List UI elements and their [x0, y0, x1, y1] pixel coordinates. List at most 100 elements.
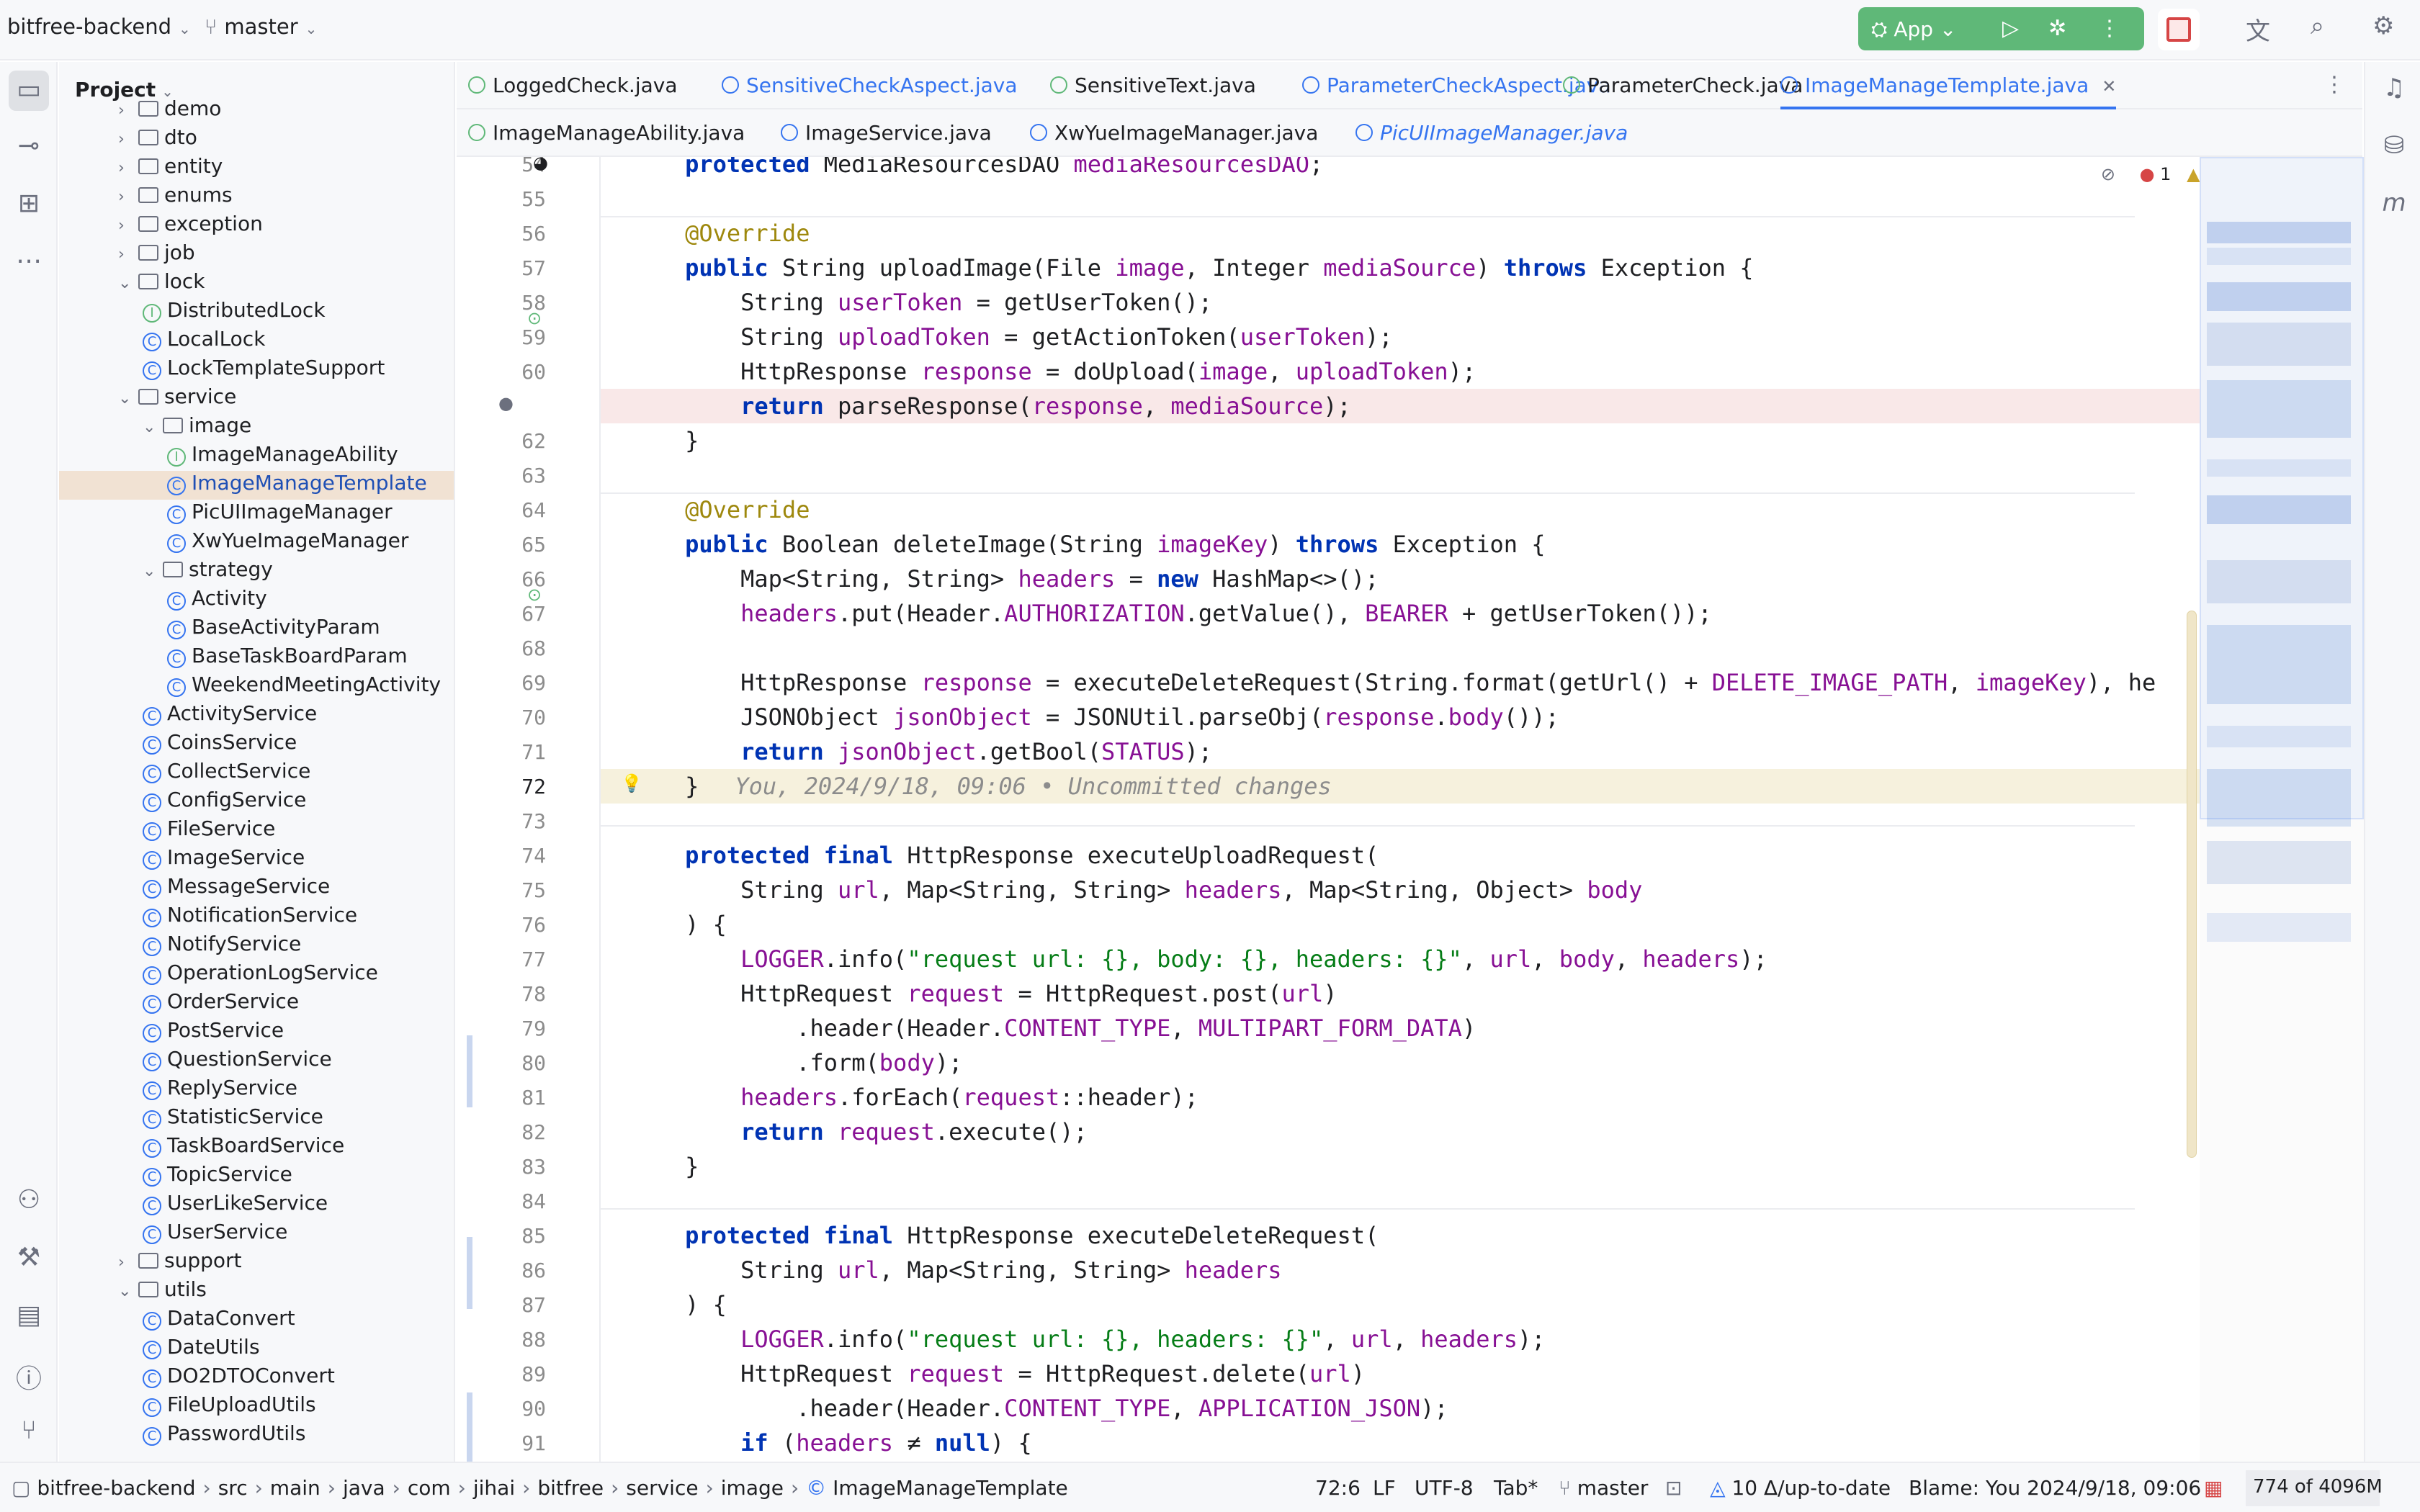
- file-encoding[interactable]: UTF-8: [1415, 1476, 1474, 1500]
- tree-file[interactable]: C DO2DTOConvert: [59, 1364, 454, 1392]
- breadcrumb-item[interactable]: src: [218, 1476, 248, 1500]
- terminal-icon[interactable]: ▤: [14, 1300, 43, 1330]
- code-line[interactable]: @Override: [601, 492, 2329, 527]
- tree-file[interactable]: C ActivityService: [59, 701, 454, 730]
- breadcrumb-item[interactable]: bitfree-backend: [37, 1476, 195, 1500]
- run-config-selector[interactable]: ⛭ App ⌄: [1871, 17, 1956, 42]
- tree-file[interactable]: C BaseActivityParam: [59, 615, 454, 644]
- tree-file[interactable]: C BaseTaskBoardParam: [59, 644, 454, 672]
- editor-tab[interactable]: LoggedCheck.java: [468, 73, 677, 97]
- tree-folder[interactable]: › exception: [59, 212, 454, 240]
- caret-position[interactable]: 72:6: [1315, 1476, 1361, 1500]
- code-line[interactable]: HttpResponse response = executeDeleteReq…: [601, 665, 2329, 700]
- code-line[interactable]: public String uploadImage(File image, In…: [601, 251, 2329, 285]
- code-line[interactable]: String uploadToken = getActionToken(user…: [601, 320, 2329, 354]
- implements-icon[interactable]: ⊙: [527, 308, 542, 328]
- tree-folder[interactable]: › support: [59, 1248, 454, 1277]
- code-line[interactable]: String userToken = getUserToken();: [601, 285, 2329, 320]
- tree-file[interactable]: C LockTemplateSupport: [59, 356, 454, 384]
- maven-icon[interactable]: m: [2380, 189, 2408, 217]
- tree-file[interactable]: C QuestionService: [59, 1047, 454, 1076]
- tree-file[interactable]: C FileService: [59, 816, 454, 845]
- indent-setting[interactable]: Tab*: [1494, 1476, 1538, 1500]
- code-line[interactable]: } You, 2024/9/18, 09:06 • Uncommitted cha…: [601, 769, 2329, 804]
- tree-file[interactable]: C ReplyService: [59, 1076, 454, 1104]
- tree-file[interactable]: C XwYueImageManager: [59, 528, 454, 557]
- chevron-right-icon[interactable]: ›: [118, 217, 138, 235]
- run-icon[interactable]: ▷: [2002, 16, 2019, 41]
- problems-icon[interactable]: ⓘ: [14, 1358, 43, 1395]
- code-line[interactable]: headers.put(Header.AUTHORIZATION.getValu…: [601, 596, 2329, 631]
- lightbulb-icon[interactable]: 💡: [621, 773, 642, 793]
- vcs-change-marker[interactable]: [467, 1392, 472, 1462]
- code-line[interactable]: return jsonObject.getBool(STATUS);: [601, 734, 2329, 769]
- code-line[interactable]: ) {: [601, 1287, 2329, 1322]
- debug-icon[interactable]: ✲: [2048, 16, 2066, 41]
- editor-tab[interactable]: ImageManageAbility.java: [468, 121, 745, 145]
- code-line[interactable]: @Override: [601, 216, 2329, 251]
- code-line[interactable]: [601, 631, 2329, 665]
- reader-mode-icon[interactable]: ⊘: [2101, 164, 2115, 184]
- editor-tab[interactable]: SensitiveCheckAspect.java: [722, 73, 1017, 97]
- tree-file[interactable]: I ImageManageAbility: [59, 442, 454, 471]
- structure-icon[interactable]: ⊞: [14, 189, 43, 218]
- lock-icon[interactable]: ⊡: [1665, 1476, 1682, 1500]
- code-line[interactable]: return request.execute();: [601, 1115, 2329, 1149]
- tree-file[interactable]: I DistributedLock: [59, 298, 454, 327]
- search-icon[interactable]: ⌕: [2311, 12, 2324, 40]
- editor-tab[interactable]: ImageManageTemplate.java ✕: [1780, 73, 2117, 110]
- editor-tab[interactable]: ParameterCheck.java: [1563, 73, 1803, 97]
- code-editor[interactable]: 54 55 56 57 58 59 60 62 63 64 65 66 67 68 69 70 71 72 73 74…: [457, 157, 2364, 1462]
- project-selector[interactable]: bitfree-backend ⌄: [7, 14, 191, 39]
- implements-icon[interactable]: ⊙: [527, 585, 542, 605]
- translate-icon[interactable]: 文: [2246, 12, 2270, 47]
- tree-file[interactable]: C MessageService: [59, 874, 454, 903]
- more-actions-icon[interactable]: ⋮: [2099, 16, 2120, 41]
- code-line[interactable]: }: [601, 423, 2329, 458]
- tree-folder[interactable]: ⌄ utils: [59, 1277, 454, 1306]
- folder-icon[interactable]: ▭: [9, 71, 49, 111]
- code-line[interactable]: HttpResponse response = doUpload(image, …: [601, 354, 2329, 389]
- tab-options-icon[interactable]: ⋮: [2323, 72, 2345, 97]
- breadcrumb-item[interactable]: com: [408, 1476, 451, 1500]
- tree-file[interactable]: C DateUtils: [59, 1335, 454, 1364]
- code-line[interactable]: protected MediaResourcesDAO mediaResourc…: [601, 157, 2329, 181]
- breakpoint-icon[interactable]: ●: [498, 393, 514, 413]
- tree-file[interactable]: C FileUploadUtils: [59, 1392, 454, 1421]
- code-line[interactable]: .form(body);: [601, 1045, 2329, 1080]
- tree-file[interactable]: C PasswordUtils: [59, 1421, 454, 1450]
- code-line[interactable]: [601, 458, 2329, 492]
- stop-button[interactable]: [2158, 9, 2200, 50]
- code-line[interactable]: [601, 1184, 2329, 1218]
- memory-indicator[interactable]: 774 of 4096M: [2246, 1470, 2383, 1506]
- chevron-right-icon[interactable]: ›: [118, 102, 138, 120]
- code-line[interactable]: LOGGER.info("request url: {}, headers: {…: [601, 1322, 2329, 1356]
- tree-folder[interactable]: ⌄ service: [59, 384, 454, 413]
- tree-folder[interactable]: ⌄ image: [59, 413, 454, 442]
- code-line[interactable]: protected final HttpResponse executeUplo…: [601, 838, 2329, 873]
- code-line[interactable]: Map<String, String> headers = new HashMa…: [601, 562, 2329, 596]
- tree-file[interactable]: C StatisticService: [59, 1104, 454, 1133]
- chevron-right-icon[interactable]: ›: [118, 188, 138, 206]
- minimap[interactable]: [2200, 157, 2364, 1462]
- tree-file[interactable]: C UserService: [59, 1220, 454, 1248]
- code-line[interactable]: [601, 804, 2329, 838]
- notifications-icon[interactable]: ♫: [2380, 73, 2408, 102]
- editor-gutter[interactable]: 54 55 56 57 58 59 60 62 63 64 65 66 67 68 69 70 71 72 73 74…: [457, 157, 601, 1462]
- blame-status[interactable]: Blame: You 2024/9/18, 09:06: [1909, 1476, 2201, 1500]
- code-line[interactable]: headers.forEach(request::header);: [601, 1080, 2329, 1115]
- code-line[interactable]: HttpRequest request = HttpRequest.post(u…: [601, 976, 2329, 1011]
- tree-file[interactable]: C CoinsService: [59, 730, 454, 759]
- branch-selector[interactable]: ⑂ master ⌄: [205, 14, 317, 39]
- breadcrumb-item[interactable]: service: [626, 1476, 698, 1500]
- tree-file[interactable]: C CollectService: [59, 759, 454, 788]
- tree-file[interactable]: C NotificationService: [59, 903, 454, 932]
- chevron-down-icon[interactable]: ⌄: [143, 562, 163, 580]
- tree-folder[interactable]: ⌄ strategy: [59, 557, 454, 586]
- gear-icon[interactable]: ⚙: [2372, 12, 2394, 40]
- code-line[interactable]: String url, Map<String, String> headers,…: [601, 873, 2329, 907]
- code-line[interactable]: [601, 181, 2329, 216]
- git-icon[interactable]: ⑂: [14, 1416, 43, 1445]
- inline-blame[interactable]: You, 2024/9/18, 09:06 • Uncommitted chan…: [735, 773, 1331, 800]
- tree-file[interactable]: C ImageManageTemplate: [59, 471, 454, 500]
